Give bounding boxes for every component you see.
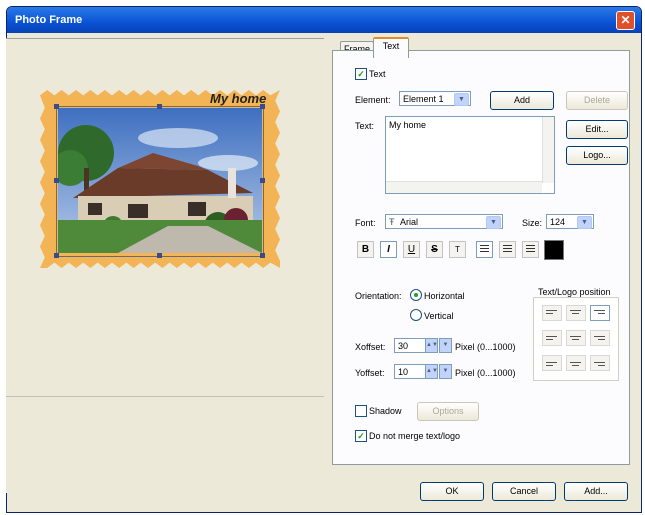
element-select-value: Element 1 — [403, 94, 444, 104]
position-top-right[interactable] — [590, 305, 610, 321]
position-bottom-right[interactable] — [590, 355, 610, 371]
tab-text[interactable]: Text — [373, 37, 409, 58]
horizontal-radio[interactable] — [410, 289, 422, 301]
xoffset-input[interactable]: 30 — [394, 338, 426, 353]
resize-handle[interactable] — [260, 253, 265, 258]
vertical-radio-label: Vertical — [424, 311, 454, 321]
element-label: Element: — [355, 95, 391, 105]
resize-handle[interactable] — [260, 104, 265, 109]
chevron-down-icon: ▼ — [454, 93, 469, 106]
horizontal-scrollbar[interactable] — [386, 181, 542, 193]
divider — [6, 38, 324, 39]
resize-handle[interactable] — [157, 253, 162, 258]
logo-button[interactable]: Logo... — [566, 146, 628, 165]
orientation-label: Orientation: — [355, 291, 402, 301]
yoffset-input[interactable]: 10 — [394, 364, 426, 379]
add-button[interactable]: Add... — [564, 482, 628, 501]
xoffset-value: 30 — [398, 341, 409, 351]
align-center-button[interactable] — [499, 241, 516, 258]
yoffset-dropdown[interactable]: ▼ — [439, 364, 452, 379]
align-right-icon — [526, 245, 535, 246]
size-label: Size: — [522, 218, 543, 228]
selection-box — [56, 106, 264, 257]
vertical-scrollbar[interactable] — [542, 117, 554, 183]
resize-handle[interactable] — [54, 178, 59, 183]
font-select[interactable]: Ŧ Arial ▼ — [385, 214, 503, 229]
align-right-button[interactable] — [522, 241, 539, 258]
element-select[interactable]: Element 1 ▼ — [399, 91, 471, 106]
align-left-icon — [480, 245, 489, 246]
align-left-button[interactable] — [476, 241, 493, 258]
xoffset-dropdown[interactable]: ▼ — [439, 338, 452, 353]
xoffset-spinner[interactable]: ▲▼ — [425, 338, 438, 353]
yoffset-label: Yoffset: — [355, 368, 385, 378]
font-select-value: Arial — [400, 217, 419, 227]
cancel-button[interactable]: Cancel — [492, 482, 556, 501]
options-button[interactable]: Options — [417, 402, 479, 421]
position-bottom-center[interactable] — [566, 355, 586, 371]
size-select-value: 124 — [550, 217, 566, 227]
no-merge-label: Do not merge text/logo — [369, 431, 461, 441]
close-button[interactable]: ✕ — [616, 11, 635, 30]
outline-button[interactable]: T — [449, 241, 466, 258]
add-element-button[interactable]: Add — [490, 91, 554, 110]
chevron-down-icon: ▼ — [577, 216, 592, 229]
position-top-center[interactable] — [566, 305, 586, 321]
italic-button[interactable]: I — [380, 241, 397, 258]
no-merge-checkbox[interactable]: ✓ — [355, 430, 367, 442]
truetype-icon: Ŧ — [389, 217, 395, 227]
position-middle-right[interactable] — [590, 330, 610, 346]
horizontal-radio-label: Horizontal — [424, 291, 465, 301]
edit-button[interactable]: Edit... — [566, 120, 628, 139]
yoffset-spinner[interactable]: ▲▼ — [425, 364, 438, 379]
yoffset-value: 10 — [398, 367, 409, 377]
window-title: Photo Frame — [15, 14, 83, 26]
position-bottom-left[interactable] — [542, 355, 562, 371]
resize-handle[interactable] — [54, 253, 59, 258]
text-input[interactable]: My home — [385, 116, 555, 194]
size-select[interactable]: 124 ▼ — [546, 214, 594, 229]
resize-handle[interactable] — [54, 104, 59, 109]
shadow-checkbox[interactable] — [355, 405, 367, 417]
resize-handle[interactable] — [157, 104, 162, 109]
ok-button[interactable]: OK — [420, 482, 484, 501]
chevron-down-icon: ▼ — [486, 216, 501, 229]
text-checkbox[interactable]: ✓ — [355, 68, 367, 80]
position-middle-left[interactable] — [542, 330, 562, 346]
position-label: Text/Logo position — [538, 287, 611, 297]
frame-caption-text[interactable]: My home — [210, 91, 266, 106]
resize-handle[interactable] — [260, 178, 265, 183]
text-input-value: My home — [389, 120, 427, 130]
strikethrough-button[interactable]: S — [426, 241, 443, 258]
xoffset-label: Xoffset: — [355, 342, 386, 352]
shadow-label: Shadow — [369, 406, 402, 416]
xoffset-unit: Pixel (0...1000) — [455, 342, 516, 352]
text-checkbox-label: Text — [369, 69, 386, 79]
text-color-button[interactable] — [544, 240, 564, 260]
title-bar: Photo Frame ✕ — [7, 7, 641, 33]
align-center-icon — [503, 245, 512, 246]
position-middle-center[interactable] — [566, 330, 586, 346]
position-top-left[interactable] — [542, 305, 562, 321]
font-label: Font: — [355, 218, 376, 228]
yoffset-unit: Pixel (0...1000) — [455, 368, 516, 378]
divider — [6, 396, 324, 397]
underline-button[interactable]: U — [403, 241, 420, 258]
vertical-radio[interactable] — [410, 309, 422, 321]
bold-button[interactable]: B — [357, 241, 374, 258]
text-label: Text: — [355, 121, 375, 131]
delete-element-button[interactable]: Delete — [566, 91, 628, 110]
